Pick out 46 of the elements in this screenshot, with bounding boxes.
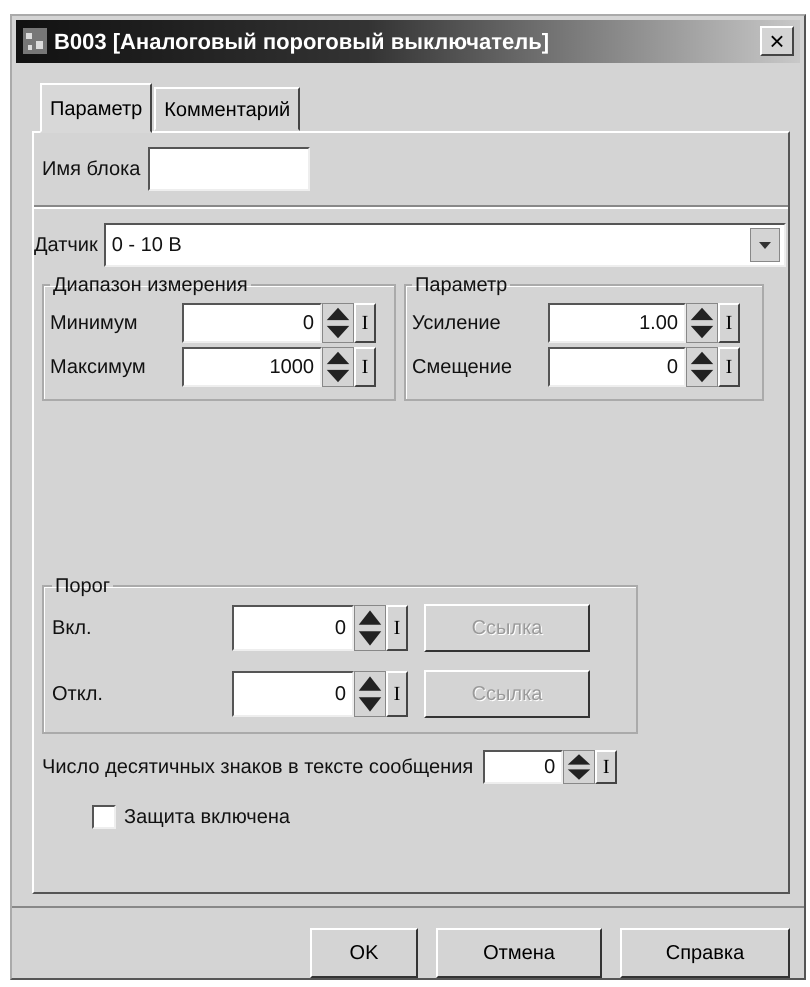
spin-arrows-icon[interactable] — [322, 346, 354, 387]
parameter-button[interactable]: I — [354, 302, 376, 343]
number-field[interactable]: 1000 — [182, 346, 322, 387]
parameter-button[interactable]: I — [386, 604, 408, 651]
spin-arrows-icon[interactable] — [354, 670, 386, 717]
spin-arrows-icon[interactable] — [354, 604, 386, 651]
spin-arrows-icon[interactable] — [686, 346, 718, 387]
field-label: Минимум — [50, 310, 139, 336]
parameter-button[interactable]: I — [595, 750, 618, 784]
number-field[interactable]: 0 — [182, 302, 322, 343]
field-label: Максимум — [50, 354, 147, 380]
group-title: Параметр — [414, 274, 508, 295]
block-name-field[interactable] — [148, 146, 310, 191]
parameter-button[interactable]: I — [718, 302, 740, 343]
number-field[interactable]: 1.00 — [548, 302, 686, 343]
tab[interactable]: Параметр — [40, 82, 152, 133]
number-field[interactable]: 0 — [548, 346, 686, 387]
spin-arrows-icon[interactable] — [563, 750, 596, 784]
number-field[interactable]: 0 — [232, 604, 354, 651]
dialog-button[interactable]: Отмена — [436, 928, 602, 978]
field-label: Число десятичных знаков в тексте сообщения — [42, 754, 474, 780]
field-label: Смещение — [412, 354, 514, 380]
parameter-button[interactable]: I — [354, 346, 376, 387]
dialog-button[interactable]: Справка — [620, 928, 790, 978]
spin-arrows-icon[interactable] — [686, 302, 718, 343]
group-title: Диапазон измерения — [52, 274, 249, 295]
app-icon — [22, 27, 48, 56]
sensor-dropdown[interactable]: 0 - 10 В — [104, 222, 786, 267]
dropdown-value: 0 - 10 В — [112, 232, 182, 258]
field-label: Датчик — [34, 232, 98, 258]
spin-arrows-icon[interactable] — [322, 302, 354, 343]
dialog-button[interactable]: OK — [310, 928, 418, 978]
field-label: Вкл. — [52, 616, 93, 641]
window-title: B003 [Аналоговый пороговый выключатель] — [54, 28, 550, 56]
field-label: Откл. — [52, 682, 104, 707]
checkbox[interactable] — [92, 804, 116, 829]
close-button[interactable]: × — [760, 26, 794, 56]
number-field[interactable]: 0 — [483, 750, 564, 784]
checkbox-label: Защита включена — [124, 804, 290, 830]
parameter-button[interactable]: I — [386, 670, 408, 717]
number-field[interactable]: 0 — [232, 670, 354, 717]
tab[interactable]: Комментарий — [154, 86, 300, 131]
parameter-button[interactable]: I — [718, 346, 740, 387]
group-title: Порог — [54, 576, 112, 596]
field-label: Усиление — [412, 310, 502, 336]
field-label: Имя блока — [42, 156, 140, 182]
